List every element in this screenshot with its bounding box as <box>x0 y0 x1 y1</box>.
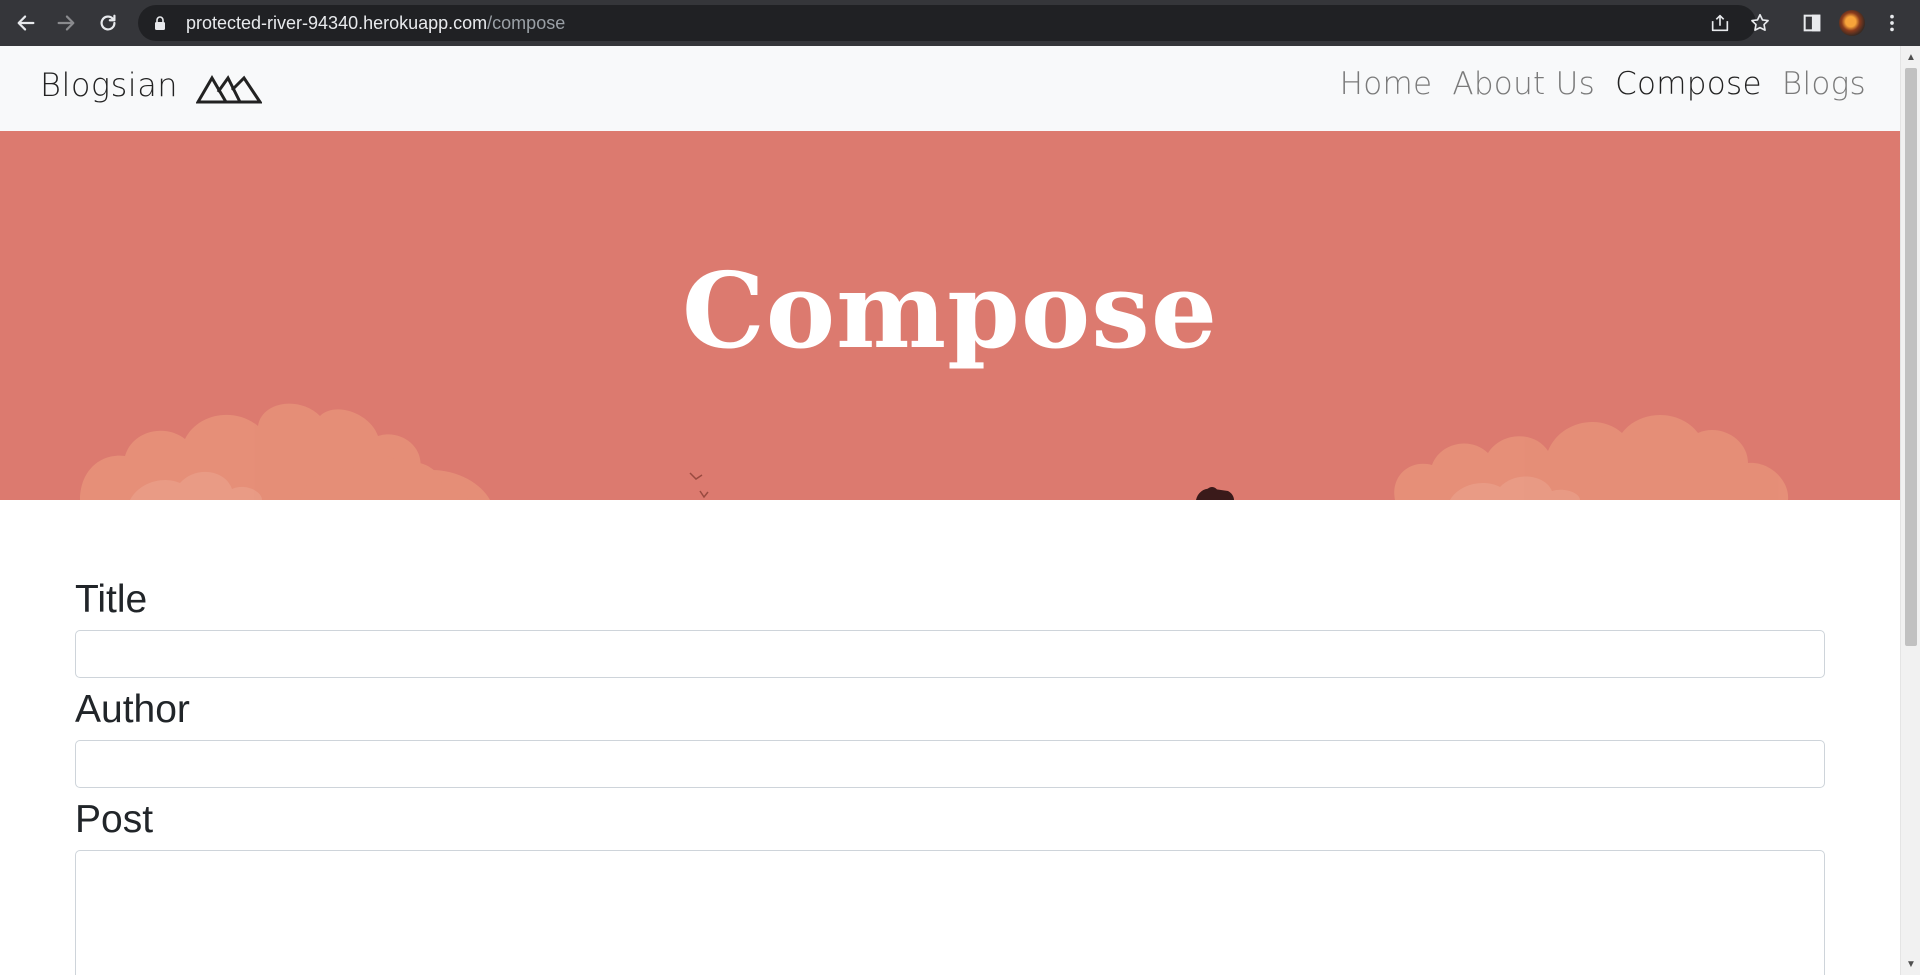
star-icon <box>1751 13 1769 31</box>
reload-button[interactable] <box>88 3 128 43</box>
nav-link-blogs[interactable]: Blogs <box>1772 66 1876 102</box>
url-path: /compose <box>487 12 566 33</box>
side-panel-button[interactable] <box>1792 5 1832 41</box>
nav-link-home[interactable]: Home <box>1330 66 1443 102</box>
page-viewport: Blogsian Home About Us Compose Blogs Com… <box>0 46 1900 975</box>
site-navbar: Blogsian Home About Us Compose Blogs <box>0 46 1900 131</box>
forward-button[interactable] <box>46 3 86 43</box>
mountains-logo-icon[interactable] <box>196 74 262 104</box>
bookmark-button[interactable] <box>1740 5 1780 41</box>
side-panel-icon <box>1803 14 1821 32</box>
back-button[interactable] <box>6 3 46 43</box>
brand-link[interactable]: Blogsian <box>40 66 178 104</box>
scroll-up-arrow-icon[interactable]: ▲ <box>1901 48 1920 66</box>
address-bar[interactable]: protected-river-94340.herokuapp.com/comp… <box>138 5 1756 41</box>
nav-link-about-us[interactable]: About Us <box>1442 66 1605 102</box>
browser-toolbar: protected-river-94340.herokuapp.com/comp… <box>0 0 1920 46</box>
share-button[interactable] <box>1700 5 1740 41</box>
compose-form: Title Author Post <box>75 576 1825 975</box>
share-icon <box>1711 14 1729 32</box>
reload-icon <box>100 14 116 31</box>
nav-links: Home About Us Compose Blogs <box>1330 66 1876 102</box>
profile-button[interactable] <box>1832 5 1872 41</box>
page-title: Compose <box>682 249 1218 372</box>
author-label: Author <box>75 688 190 731</box>
arrow-right-icon <box>57 15 75 31</box>
scrollbar-thumb[interactable] <box>1905 68 1917 646</box>
nav-link-compose[interactable]: Compose <box>1605 66 1772 102</box>
scroll-down-arrow-icon[interactable]: ▼ <box>1901 955 1920 973</box>
title-input[interactable] <box>75 630 1825 678</box>
hero-banner: Compose <box>0 131 1900 500</box>
author-input[interactable] <box>75 740 1825 788</box>
url-host: protected-river-94340.herokuapp.com <box>186 12 488 33</box>
avatar <box>1839 10 1865 36</box>
page-scrollbar[interactable]: ▲ ▼ <box>1900 46 1920 975</box>
arrow-left-icon <box>17 15 35 31</box>
lock-icon <box>155 16 165 30</box>
browser-menu-button[interactable] <box>1872 5 1912 41</box>
post-textarea[interactable] <box>75 850 1825 975</box>
kebab-menu-icon <box>1890 14 1894 32</box>
title-label: Title <box>75 578 148 621</box>
post-label: Post <box>75 798 154 841</box>
